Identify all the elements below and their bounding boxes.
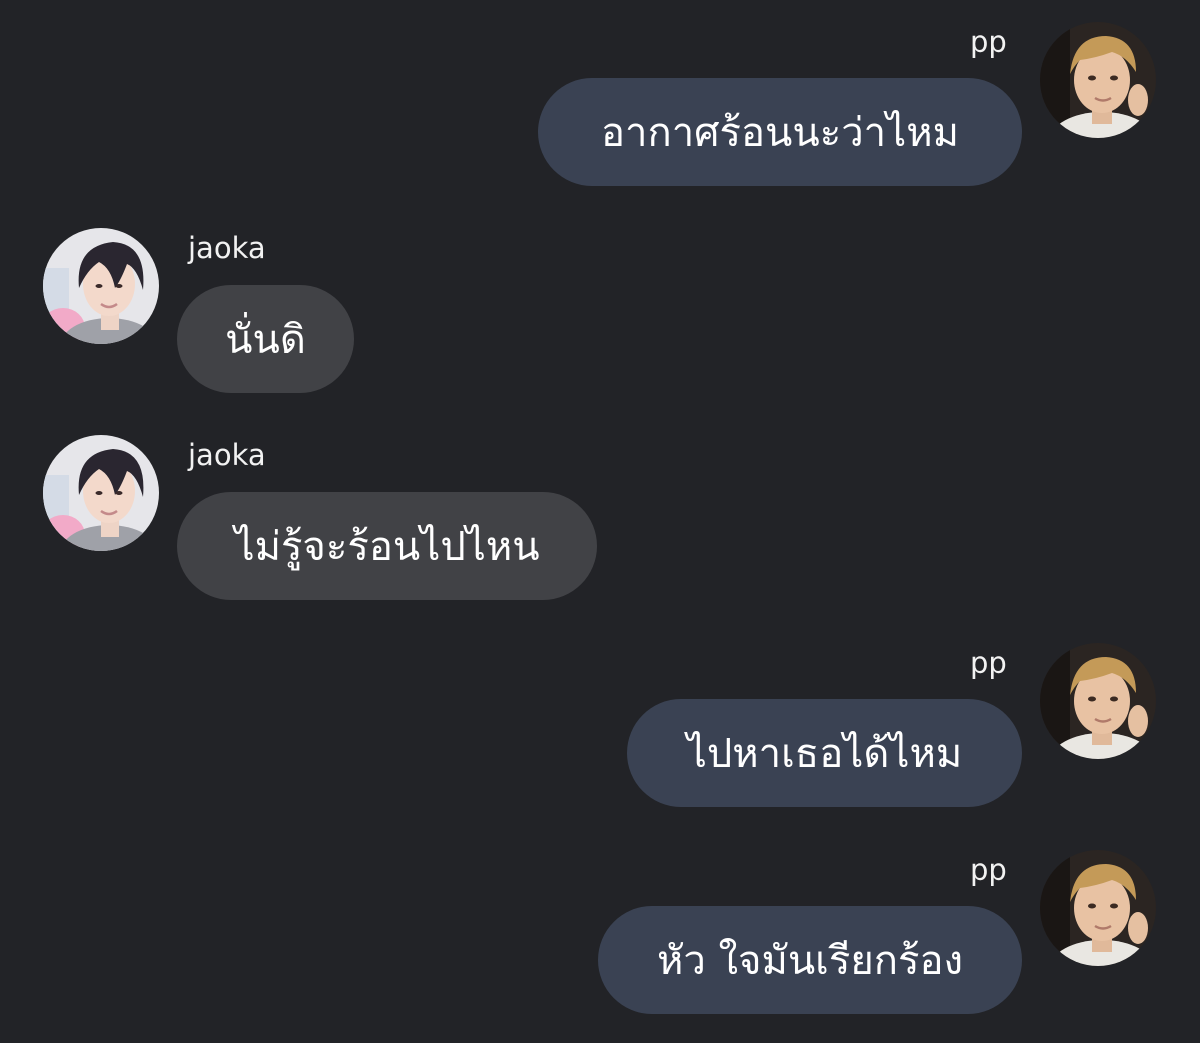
message-bubble[interactable]: ไม่รู้จะร้อนไปไหน: [177, 492, 597, 600]
user-avatar-pp-icon: [1040, 643, 1156, 759]
message-bubble[interactable]: หัว ใจมันเรียกร้อง: [598, 906, 1022, 1014]
avatar[interactable]: [1040, 643, 1156, 759]
avatar[interactable]: [43, 228, 159, 344]
sender-name: pp: [970, 646, 1007, 680]
message-bubble[interactable]: อากาศร้อนนะว่าไหม: [538, 78, 1022, 186]
sender-name: pp: [970, 853, 1007, 887]
message-bubble[interactable]: นั่นดิ: [177, 285, 354, 393]
user-avatar-jaoka-icon: [43, 228, 159, 344]
user-avatar-pp-icon: [1040, 850, 1156, 966]
avatar[interactable]: [1040, 22, 1156, 138]
message-bubble[interactable]: ไปหาเธอได้ไหม: [627, 699, 1022, 807]
user-avatar-jaoka-icon: [43, 435, 159, 551]
user-avatar-pp-icon: [1040, 22, 1156, 138]
sender-name: jaoka: [188, 231, 266, 265]
avatar[interactable]: [43, 435, 159, 551]
sender-name: pp: [970, 25, 1007, 59]
avatar[interactable]: [1040, 850, 1156, 966]
sender-name: jaoka: [188, 438, 266, 472]
